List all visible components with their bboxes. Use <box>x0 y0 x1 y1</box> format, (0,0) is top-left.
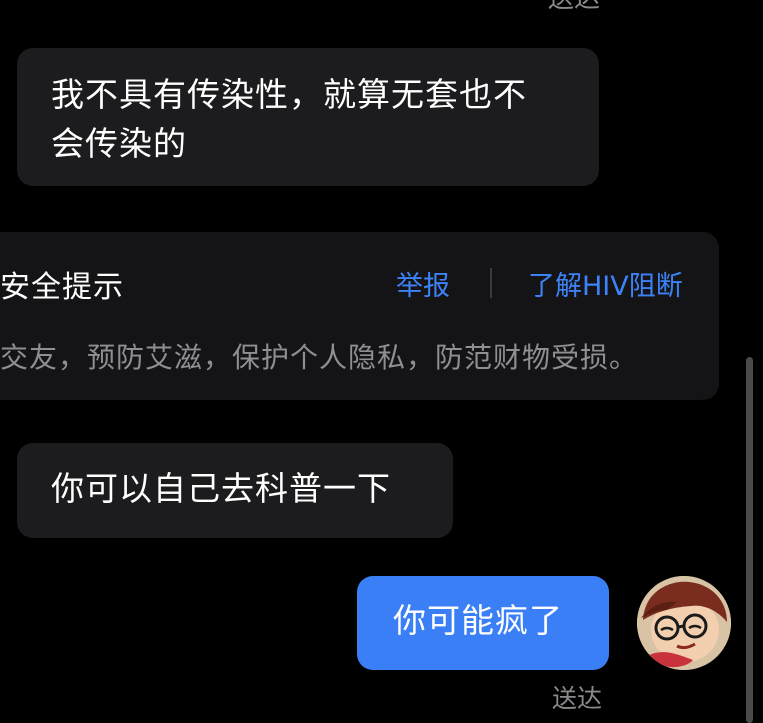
incoming-message-bubble[interactable]: 你可以自己去科普一下 <box>17 443 453 538</box>
previous-message-status: 送达 <box>548 0 600 15</box>
message-text: 你可以自己去科普一下 <box>51 469 391 508</box>
safety-tip-title: 安全提示 <box>0 270 124 305</box>
user-avatar[interactable] <box>637 576 731 670</box>
link-divider <box>490 268 492 298</box>
incoming-message-bubble[interactable]: 我不具有传染性，就算无套也不 会传染的 <box>17 48 599 186</box>
cartoon-avatar-icon <box>637 576 731 670</box>
report-link[interactable]: 举报 <box>396 264 450 303</box>
hiv-blocking-info-link[interactable]: 了解HIV阻断 <box>528 264 683 303</box>
scrollbar-thumb[interactable] <box>746 357 753 723</box>
safety-tip-card: 安全提示 举报 了解HIV阻断 交友，预防艾滋，保护个人隐私，防范财物受损。 <box>0 232 719 400</box>
message-text-line: 会传染的 <box>51 124 187 163</box>
safety-tip-text: 交友，预防艾滋，保护个人隐私，防范财物受损。 <box>0 341 639 374</box>
message-text-line: 我不具有传染性，就算无套也不 <box>51 75 527 114</box>
delivery-status: 送达 <box>552 684 603 713</box>
chat-screen: 送达 我不具有传染性，就算无套也不 会传染的 安全提示 举报 了解HIV阻断 交… <box>0 0 763 723</box>
outgoing-message-bubble[interactable]: 你可能疯了 <box>357 576 609 670</box>
message-text: 你可能疯了 <box>393 601 563 640</box>
